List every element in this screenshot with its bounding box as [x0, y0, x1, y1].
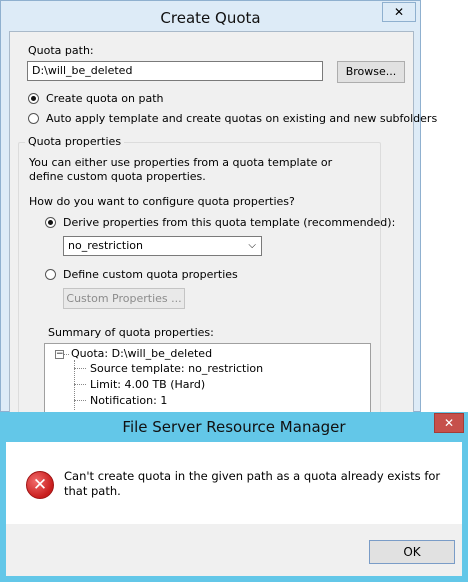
radio-create-quota-label: Create quota on path — [46, 92, 164, 105]
collapse-icon[interactable]: − — [55, 350, 64, 359]
chevron-down-icon: ⌵ — [248, 240, 256, 251]
radio-derive-template-label: Derive properties from this quota templa… — [63, 216, 396, 229]
message-body: ✕ Can't create quota in the given path a… — [6, 442, 462, 524]
browse-button[interactable]: Browse... — [337, 61, 405, 83]
message-close-button[interactable]: ✕ — [434, 413, 464, 433]
tree-connector — [64, 354, 69, 355]
tree-connector — [74, 384, 86, 385]
template-dropdown[interactable]: no_restriction ⌵ — [63, 236, 262, 256]
ok-button[interactable]: OK — [369, 540, 455, 564]
group-legend: Quota properties — [25, 135, 125, 148]
radio-custom-properties[interactable] — [45, 269, 56, 280]
tree-child-item[interactable]: Limit: 4.00 TB (Hard) — [90, 378, 205, 391]
tree-child-item[interactable]: Source template: no_restriction — [90, 362, 263, 375]
properties-description: You can either use properties from a quo… — [29, 156, 333, 183]
summary-label: Summary of quota properties: — [48, 326, 214, 339]
radio-auto-apply-label: Auto apply template and create quotas on… — [46, 112, 438, 125]
message-box-title: File Server Resource Manager — [122, 418, 346, 436]
window-title: Create Quota — [160, 9, 261, 27]
quota-properties-group: Quota properties You can either use prop… — [18, 135, 395, 422]
radio-custom-properties-label: Define custom quota properties — [63, 268, 238, 281]
message-box: File Server Resource Manager ✕ ✕ Can't c… — [0, 412, 468, 582]
message-footer: OK — [6, 524, 462, 576]
create-quota-window: Create Quota ✕ Quota path: D:\will_be_de… — [0, 0, 437, 422]
quota-path-label: Quota path: — [28, 44, 94, 57]
quota-path-input[interactable]: D:\will_be_deleted — [27, 61, 323, 81]
close-icon: ✕ — [443, 416, 455, 430]
configure-question: How do you want to configure quota prope… — [29, 195, 295, 208]
template-selected-value: no_restriction — [68, 239, 143, 252]
tree-child-item[interactable]: Notification: 1 — [90, 394, 167, 407]
tree-connector — [74, 400, 86, 401]
summary-tree[interactable]: − Quota: D:\will_be_deleted Source templ… — [44, 343, 371, 421]
radio-create-quota[interactable] — [28, 93, 39, 104]
error-message: Can't create quota in the given path as … — [64, 469, 441, 498]
radio-auto-apply[interactable] — [28, 113, 39, 124]
close-button[interactable]: ✕ — [382, 2, 416, 22]
dialog-client-area: Quota path: D:\will_be_deleted Browse...… — [9, 31, 437, 422]
close-icon: ✕ — [393, 5, 405, 19]
tree-connector — [74, 368, 86, 369]
tree-root-item[interactable]: Quota: D:\will_be_deleted — [71, 347, 212, 360]
error-icon: ✕ — [26, 471, 54, 499]
radio-derive-template[interactable] — [45, 217, 56, 228]
custom-properties-button[interactable]: Custom Properties ... — [63, 288, 185, 309]
